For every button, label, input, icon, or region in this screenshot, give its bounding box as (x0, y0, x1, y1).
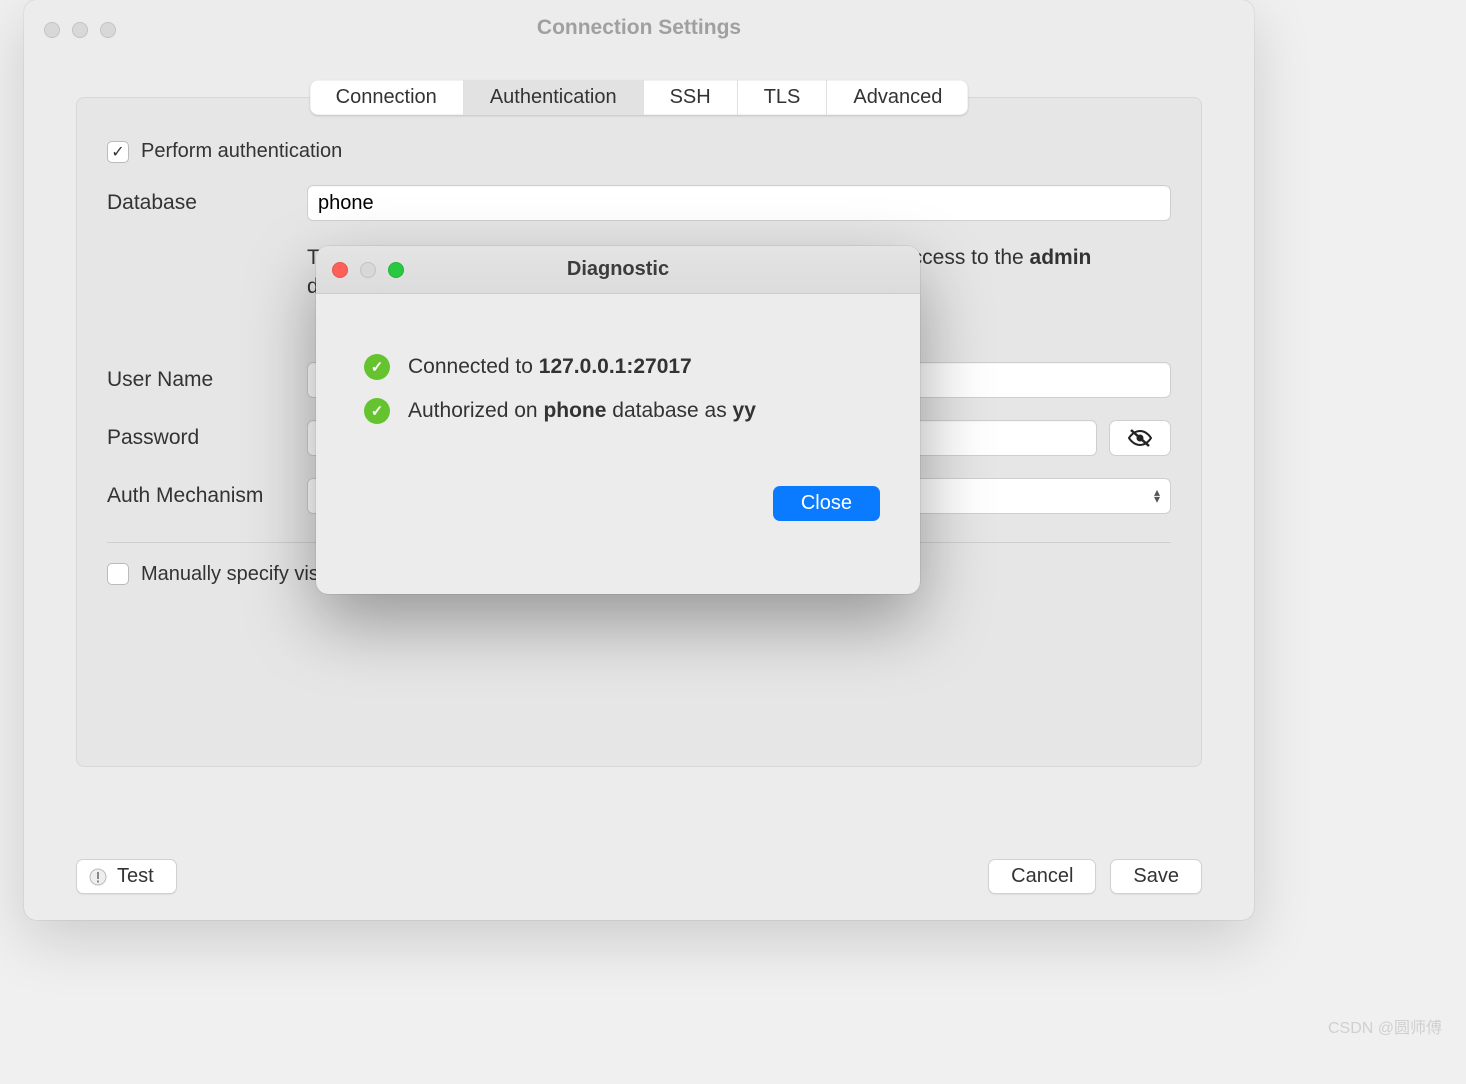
toggle-password-visibility-button[interactable] (1109, 420, 1171, 456)
chevron-updown-icon: ▴▾ (1154, 489, 1160, 503)
window-controls (44, 22, 116, 38)
diagnostic-connected-row: ✓ Connected to 127.0.0.1:27017 (364, 354, 872, 380)
watermark: CSDN @圆师傅 (1328, 1014, 1442, 1038)
save-button[interactable]: Save (1110, 859, 1202, 894)
zoom-window-icon[interactable] (388, 262, 404, 278)
dialog-footer: Test Cancel Save (76, 859, 1202, 894)
database-input[interactable] (307, 185, 1171, 221)
modal-title: Diagnostic (316, 258, 920, 281)
diagnostic-authorized-row: ✓ Authorized on phone database as yy (364, 398, 872, 424)
titlebar: Connection Settings (24, 0, 1254, 56)
database-label: Database (107, 191, 307, 215)
minimize-window-icon[interactable] (360, 262, 376, 278)
perform-auth-checkbox[interactable]: ✓ (107, 141, 129, 163)
username-label: User Name (107, 368, 307, 392)
modal-body: ✓ Connected to 127.0.0.1:27017 ✓ Authori… (316, 294, 920, 466)
close-window-icon[interactable] (44, 22, 60, 38)
tab-authentication[interactable]: Authentication (464, 80, 644, 115)
close-button[interactable]: Close (773, 486, 880, 521)
cancel-button[interactable]: Cancel (988, 859, 1096, 894)
eye-slash-icon (1127, 428, 1153, 448)
manual-databases-checkbox[interactable] (107, 563, 129, 585)
modal-titlebar: Diagnostic (316, 246, 920, 294)
tab-advanced[interactable]: Advanced (827, 80, 968, 115)
test-button[interactable]: Test (76, 859, 177, 894)
diagnostic-connected-text: Connected to 127.0.0.1:27017 (408, 355, 692, 379)
diagnostic-modal: Diagnostic ✓ Connected to 127.0.0.1:2701… (316, 246, 920, 594)
tab-connection[interactable]: Connection (310, 80, 464, 115)
diagnostic-authorized-text: Authorized on phone database as yy (408, 399, 756, 423)
warning-icon (89, 868, 107, 886)
check-circle-icon: ✓ (364, 354, 390, 380)
window-title: Connection Settings (24, 16, 1254, 40)
tab-ssh[interactable]: SSH (644, 80, 738, 115)
check-circle-icon: ✓ (364, 398, 390, 424)
settings-tabs: Connection Authentication SSH TLS Advanc… (310, 80, 969, 115)
password-label: Password (107, 426, 307, 450)
tab-tls[interactable]: TLS (738, 80, 828, 115)
zoom-window-icon[interactable] (100, 22, 116, 38)
close-window-icon[interactable] (332, 262, 348, 278)
perform-auth-label: Perform authentication (141, 140, 342, 163)
modal-window-controls (332, 262, 404, 278)
test-button-label: Test (117, 865, 154, 888)
minimize-window-icon[interactable] (72, 22, 88, 38)
auth-mechanism-label: Auth Mechanism (107, 484, 307, 508)
